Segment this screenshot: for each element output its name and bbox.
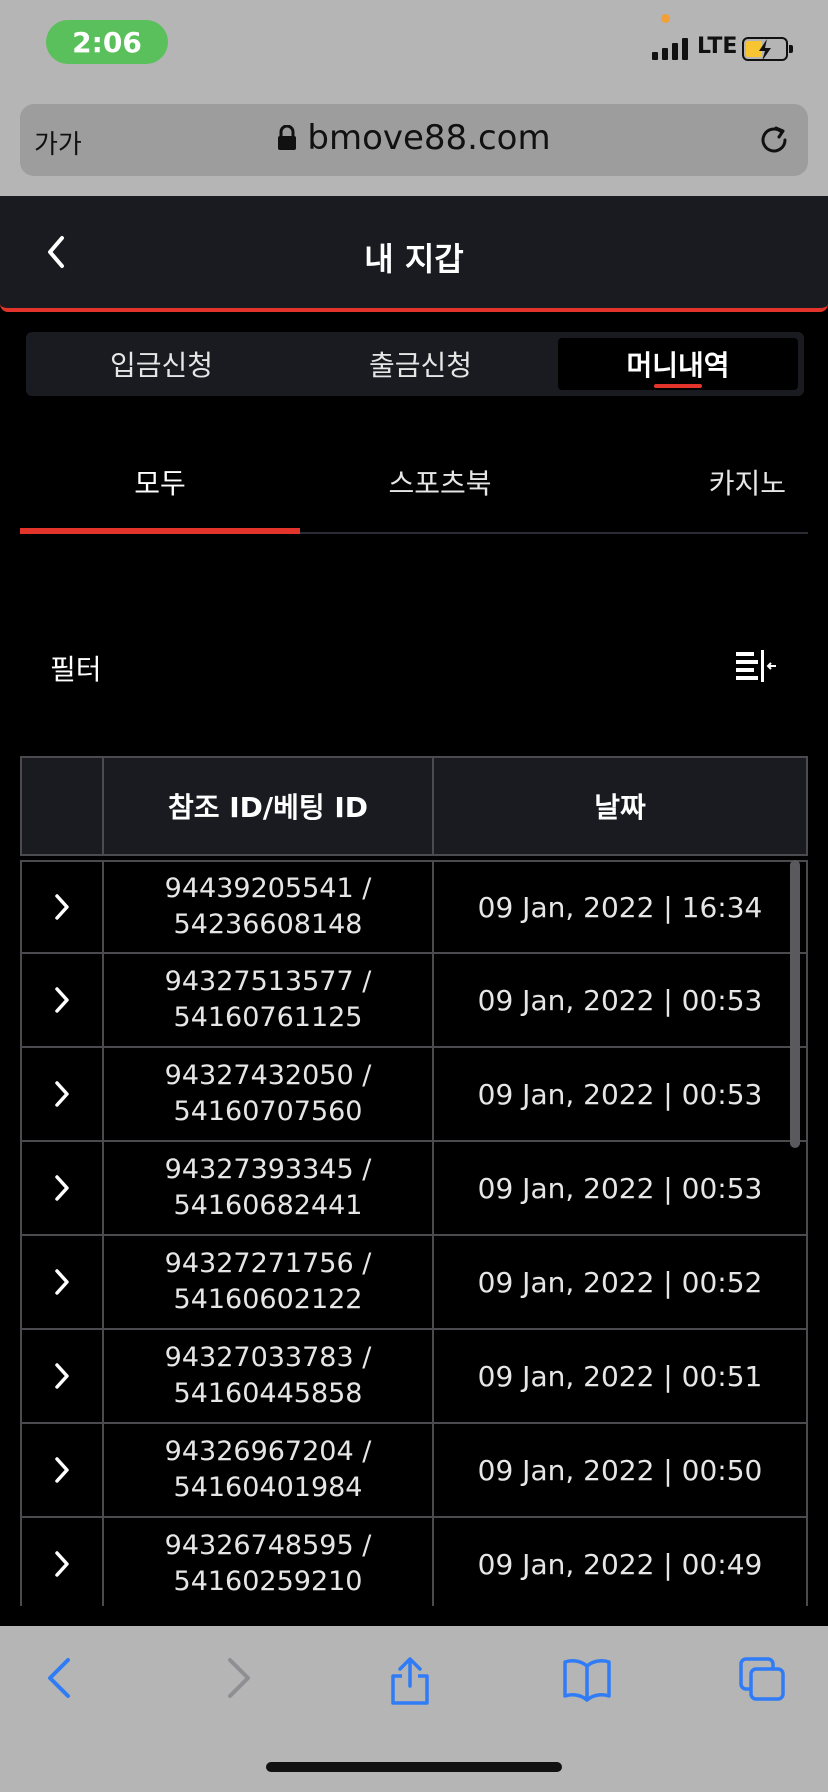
category-tab-all[interactable]: 모두 — [20, 440, 300, 534]
category-tabs: 모두 스포츠북 카지노 — [20, 440, 808, 534]
table-scrollbar[interactable] — [790, 860, 800, 1148]
table-row[interactable]: 94327513577 / 54160761125 09 Jan, 2022 | … — [20, 954, 808, 1048]
filter-list-icon[interactable] — [734, 648, 778, 684]
browser-forward-icon[interactable] — [220, 1656, 256, 1700]
money-history-table: 참조 ID/베팅 ID 날짜 94439205541 / 54236608148 … — [20, 756, 808, 1606]
row-date: 09 Jan, 2022 | 00:51 — [432, 1330, 806, 1422]
table-row[interactable]: 94326967204 / 54160401984 09 Jan, 2022 | … — [20, 1424, 808, 1518]
bookmarks-icon[interactable] — [562, 1656, 612, 1702]
table-body[interactable]: 94439205541 / 54236608148 09 Jan, 2022 | … — [20, 860, 808, 1606]
table-header-date: 날짜 — [432, 758, 806, 854]
tab-deposit-request[interactable]: 입금신청 — [32, 338, 291, 390]
ref-id: 94439205541 / — [164, 873, 372, 904]
app-header: 내 지갑 — [0, 196, 828, 312]
chevron-right-icon[interactable] — [52, 1268, 72, 1296]
reload-icon[interactable] — [756, 122, 792, 158]
share-icon[interactable] — [388, 1656, 432, 1706]
table-row[interactable]: 94327271756 / 54160602122 09 Jan, 2022 | … — [20, 1236, 808, 1330]
ref-id: 94327393345 / — [164, 1154, 372, 1185]
status-bar: 2:06 LTE — [0, 0, 828, 92]
row-date: 09 Jan, 2022 | 00:53 — [432, 1142, 806, 1234]
table-row[interactable]: 94326748595 / 54160259210 09 Jan, 2022 | … — [20, 1518, 808, 1606]
address-bar[interactable]: 가가 bmove88.com — [20, 104, 808, 176]
category-tab-sportsbook[interactable]: 스포츠북 — [300, 440, 580, 532]
chevron-right-icon[interactable] — [52, 1456, 72, 1484]
ref-id: 94326748595 / — [164, 1530, 372, 1561]
table-header: 참조 ID/베팅 ID 날짜 — [20, 756, 808, 856]
table-header-ref-id: 참조 ID/베팅 ID — [102, 758, 432, 854]
filter-row: 필터 — [50, 648, 780, 688]
table-row[interactable]: 94439205541 / 54236608148 09 Jan, 2022 | … — [20, 860, 808, 954]
table-row[interactable]: 94327393345 / 54160682441 09 Jan, 2022 | … — [20, 1142, 808, 1236]
cellular-signal-icon — [652, 36, 688, 60]
ref-id: 94327033783 / — [164, 1342, 372, 1373]
bet-id: 54160707560 — [173, 1096, 363, 1127]
table-row[interactable]: 94327432050 / 54160707560 09 Jan, 2022 | … — [20, 1048, 808, 1142]
category-tab-casino[interactable]: 카지노 — [580, 440, 808, 532]
bet-id: 54160682441 — [173, 1190, 363, 1221]
ref-id: 94327432050 / — [164, 1060, 372, 1091]
home-indicator — [266, 1762, 562, 1772]
row-date: 09 Jan, 2022 | 00:53 — [432, 1048, 806, 1140]
tab-money-history[interactable]: 머니내역 — [558, 338, 798, 390]
tab-withdraw-request[interactable]: 출금신청 — [291, 338, 550, 390]
network-type: LTE — [697, 34, 738, 59]
bet-id: 54160401984 — [173, 1472, 363, 1503]
bet-id: 54236608148 — [173, 909, 363, 940]
table-row[interactable]: 94327033783 / 54160445858 09 Jan, 2022 | … — [20, 1330, 808, 1424]
chevron-right-icon[interactable] — [52, 1080, 72, 1108]
ref-id: 94327271756 / — [164, 1248, 372, 1279]
privacy-indicator-dot — [661, 14, 670, 23]
lock-icon — [278, 125, 297, 150]
ref-id: 94326967204 / — [164, 1436, 372, 1467]
chevron-right-icon[interactable] — [52, 1174, 72, 1202]
row-date: 09 Jan, 2022 | 00:52 — [432, 1236, 806, 1328]
row-date: 09 Jan, 2022 | 00:53 — [432, 954, 806, 1046]
battery-charging-icon — [742, 37, 793, 61]
wallet-tabs: 입금신청 출금신청 머니내역 — [26, 332, 804, 396]
page-title: 내 지갑 — [364, 240, 464, 278]
chevron-right-icon[interactable] — [52, 1362, 72, 1390]
filter-label: 필터 — [50, 653, 102, 686]
browser-back-icon[interactable] — [42, 1656, 78, 1700]
row-date: 09 Jan, 2022 | 00:49 — [432, 1518, 806, 1606]
row-date: 09 Jan, 2022 | 16:34 — [432, 862, 806, 952]
url-text: bmove88.com — [307, 118, 551, 158]
tabs-icon[interactable] — [738, 1656, 786, 1702]
chevron-right-icon[interactable] — [52, 986, 72, 1014]
bet-id: 54160602122 — [173, 1284, 363, 1315]
url-display[interactable]: bmove88.com — [20, 118, 808, 158]
chevron-right-icon[interactable] — [52, 1550, 72, 1578]
bet-id: 54160259210 — [173, 1566, 363, 1597]
row-date: 09 Jan, 2022 | 00:50 — [432, 1424, 806, 1516]
bet-id: 54160445858 — [173, 1378, 363, 1409]
ref-id: 94327513577 / — [164, 966, 372, 997]
chevron-right-icon[interactable] — [52, 893, 72, 921]
status-time: 2:06 — [46, 20, 168, 64]
bet-id: 54160761125 — [173, 1002, 363, 1033]
browser-address-area: 가가 bmove88.com — [0, 92, 828, 196]
table-header-expand — [22, 758, 102, 854]
